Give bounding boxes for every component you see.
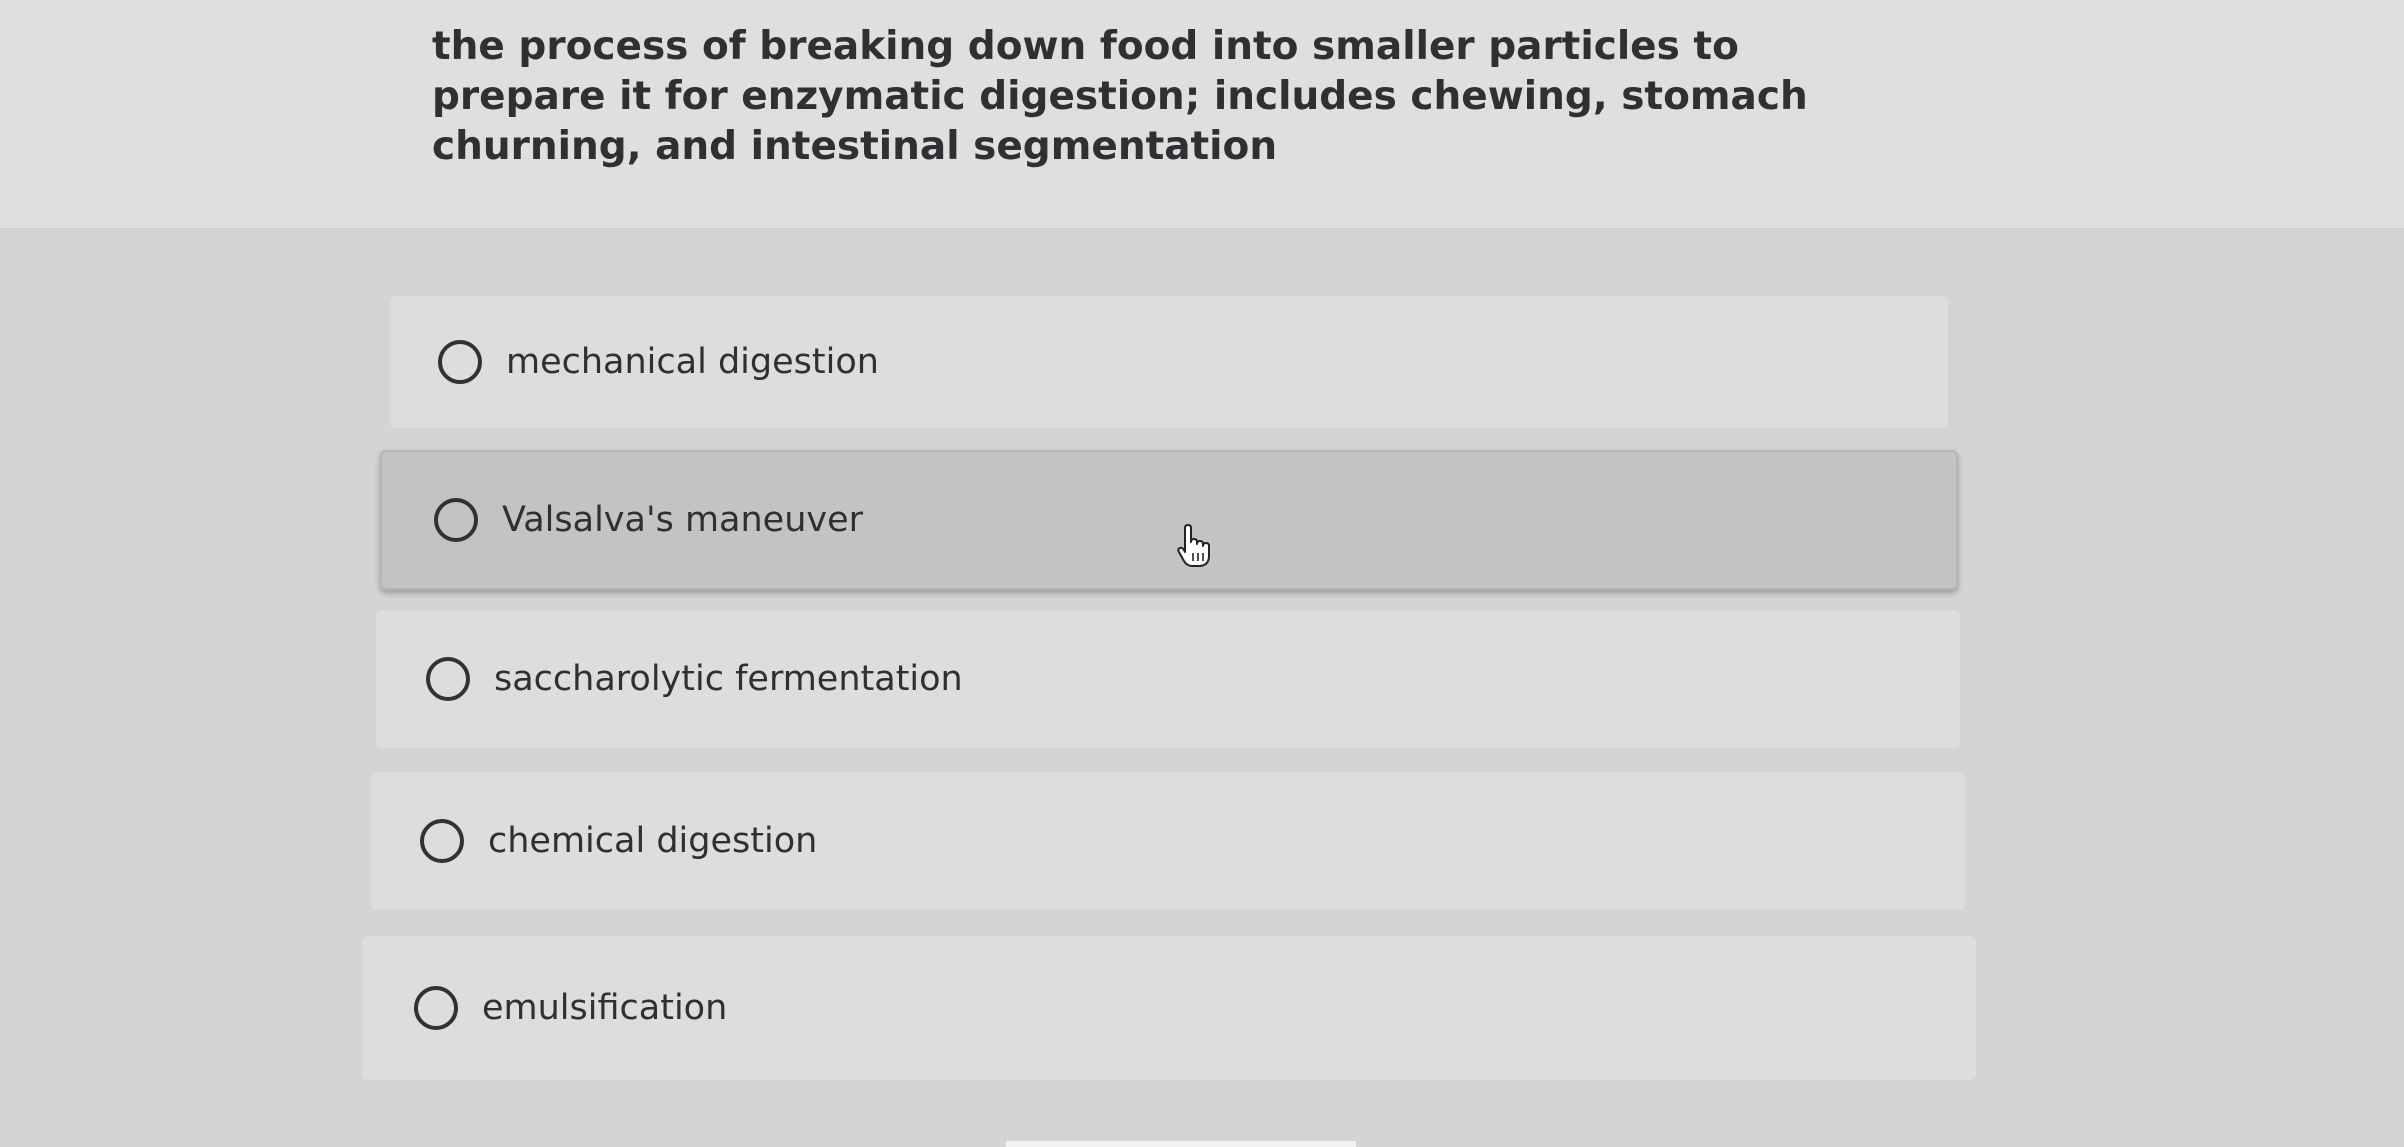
option-label: emulsification <box>482 988 728 1028</box>
bottom-edge-bar <box>1006 1141 1356 1147</box>
radio-button[interactable] <box>434 498 478 542</box>
option-label: mechanical digestion <box>506 342 879 382</box>
option-label: saccharolytic fermentation <box>494 659 963 699</box>
option-chemical-digestion[interactable]: chemical digestion <box>370 772 1966 910</box>
option-mechanical-digestion[interactable]: mechanical digestion <box>390 296 1948 428</box>
option-label: Valsalva's maneuver <box>502 500 864 540</box>
radio-button[interactable] <box>420 819 464 863</box>
radio-button[interactable] <box>426 657 470 701</box>
radio-button[interactable] <box>414 986 458 1030</box>
hand-pointer-icon <box>1177 524 1210 567</box>
answer-options: mechanical digestion Valsalva's maneuver… <box>0 0 2404 1147</box>
option-saccharolytic-fermentation[interactable]: saccharolytic fermentation <box>376 610 1960 748</box>
option-emulsification[interactable]: emulsification <box>362 936 1976 1080</box>
radio-button[interactable] <box>438 340 482 384</box>
option-valsalvas-maneuver[interactable]: Valsalva's maneuver <box>380 450 1958 590</box>
option-label: chemical digestion <box>488 821 818 861</box>
